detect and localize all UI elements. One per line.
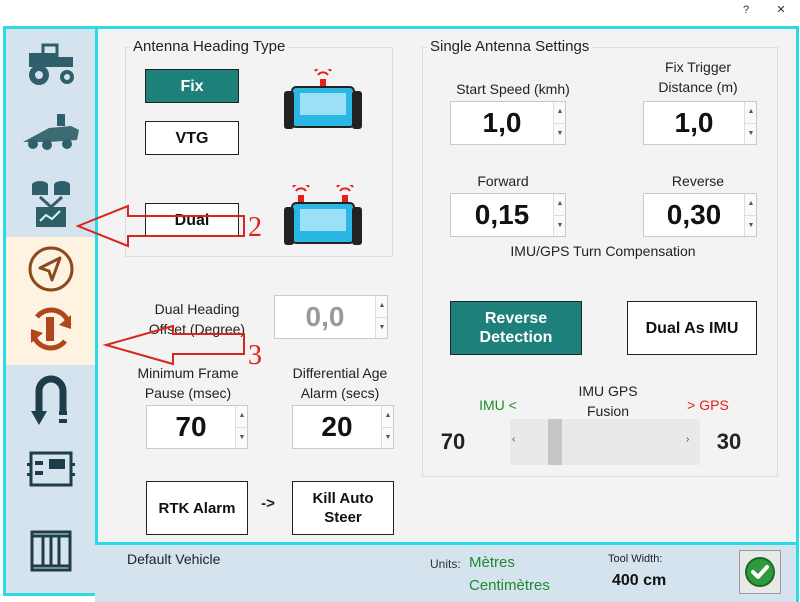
annotation-arrow-2: [75, 204, 245, 248]
annotation-label-2: 2: [248, 212, 262, 243]
annotation-label-3: 3: [248, 340, 262, 371]
antenna-settings-window: ? ✕ Antenna Heading Type Fix VTG Dual Du…: [0, 0, 800, 602]
annotation-overlay: [75, 204, 245, 366]
annotation-arrow-3: [102, 324, 245, 366]
